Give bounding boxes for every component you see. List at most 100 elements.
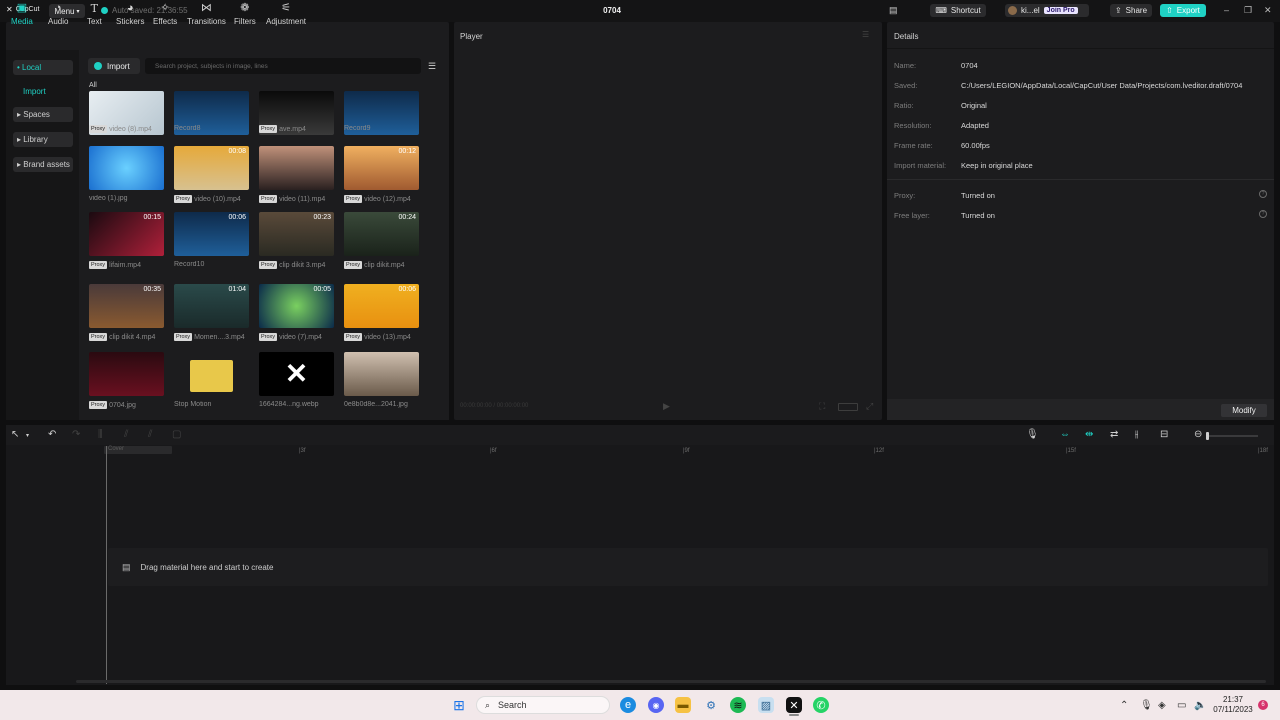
timeline-cover-label: Cover [104,446,172,454]
detail-value: 60.00fps [961,141,990,150]
media-thumbnail[interactable]: 00:12 [344,146,419,190]
playhead[interactable] [106,446,107,684]
user-account[interactable]: ki...el Join Pro [1005,4,1089,17]
close-icon[interactable]: ✕ [1264,5,1272,16]
media-thumbnail[interactable]: 00:15 [89,212,164,256]
media-thumbnail[interactable]: 00:35 [89,284,164,328]
split-right-icon[interactable]: ⫽ [148,429,152,440]
windows-start-icon[interactable]: ⊞ [451,697,467,713]
media-icon: ▣ [16,2,28,14]
tab-filters[interactable]: ❁ Filters [234,2,256,26]
select-cursor-icon[interactable]: ↖ [11,429,19,440]
modify-button[interactable]: Modify [1221,404,1267,417]
edge-icon[interactable]: e [620,697,636,713]
tab-transitions[interactable]: ⋈ Transitions [187,2,226,26]
settings-icon[interactable]: ⚙ [703,697,719,713]
media-thumbnail[interactable] [344,352,419,396]
media-thumbnail[interactable]: 00:05 [259,284,334,328]
preview-axis-icon[interactable]: ⫲ [1135,429,1138,440]
media-name: Stop Motion [174,401,212,408]
timeline-drop-zone[interactable]: ▤ Drag material here and start to create [108,548,1268,586]
zoom-out-icon[interactable]: ⊖ [1194,429,1202,440]
media-thumbnail[interactable]: 00:06 [344,284,419,328]
zoom-slider[interactable] [1208,435,1258,437]
proxy-badge: Proxy [89,125,108,133]
detail-label: Name: [894,61,917,70]
sidebar-item-spaces[interactable]: ▸ Spaces [13,107,73,122]
delete-icon[interactable]: ▢ [172,429,181,440]
split-icon[interactable]: ⫼ [98,429,103,440]
undo-icon[interactable]: ↶ [48,429,56,440]
share-label: Share [1125,6,1148,15]
maximize-icon[interactable]: ❐ [1244,5,1252,16]
active-app-indicator [789,714,799,716]
media-thumbnail[interactable]: 01:04 [174,284,249,328]
media-thumbnail[interactable] [89,146,164,190]
project-title: 0704 [603,6,621,15]
sidebar-item-brand-assets[interactable]: ▸ Brand assets [13,157,73,172]
volume-icon[interactable]: 🔈 [1194,700,1206,711]
discord-icon[interactable]: ◉ [648,697,664,713]
player-menu-icon[interactable]: ☰ [862,30,869,39]
spotify-icon[interactable]: ≋ [730,697,746,713]
tray-app-icon[interactable]: ◈ [1158,700,1166,711]
player-timecode: 00:00:00:00 / 00:00:00:00 [460,403,529,409]
sidebar-item-library[interactable]: ▸ Library [13,132,73,147]
zoom-slider-handle[interactable] [1206,432,1209,440]
media-thumbnail[interactable]: 00:08 [174,146,249,190]
notification-badge[interactable]: 6 [1258,700,1268,710]
file-explorer-icon[interactable]: ▬ [675,697,691,713]
media-thumbnail[interactable]: 00:06 [174,212,249,256]
timeline-scrollbar[interactable] [76,680,1266,683]
taskbar-clock[interactable]: 21:37 07/11/2023 [1208,695,1258,715]
tab-text[interactable]: T Text [87,2,102,26]
fit-icon[interactable]: ⛶ [819,401,825,412]
join-pro-button[interactable]: Join Pro [1043,7,1078,14]
export-button[interactable]: ⇧ Export [1160,4,1206,17]
media-duration: 00:06 [398,286,416,293]
media-thumbnail[interactable] [89,352,164,396]
tab-adjustment[interactable]: ⚟ Adjustment [266,2,306,26]
redo-icon[interactable]: ↷ [72,429,80,440]
microphone-icon[interactable]: 🎙 [1026,429,1039,440]
media-thumbnail[interactable]: ✕ [259,352,334,396]
media-thumbnail[interactable]: 00:23 [259,212,334,256]
chevron-up-icon[interactable]: ⌃ [1120,700,1128,711]
tab-audio[interactable]: ◔ Audio [48,2,68,26]
network-icon[interactable]: ▭ [1177,700,1186,711]
sidebar-item-local[interactable]: • Local [13,60,73,75]
split-left-icon[interactable]: ⫽ [124,429,128,440]
free-layer-help-icon[interactable]: ? [1259,210,1267,218]
photos-icon[interactable]: ▨ [758,697,774,713]
effects-icon: ✧ [160,2,170,14]
media-search-input[interactable]: Search project, subjects in image, lines [145,58,421,74]
auto-snap-icon[interactable]: ⇹ [1085,429,1093,440]
main-track-magnet-icon[interactable]: ⇔ [1060,429,1070,440]
whatsapp-icon[interactable]: ✆ [813,697,829,713]
share-button[interactable]: ⇪ Share [1110,4,1152,17]
media-thumbnail[interactable]: 00:24 [344,212,419,256]
chevron-down-icon[interactable]: ▾ [26,432,29,439]
play-icon[interactable]: ▶ [663,401,670,412]
tab-media[interactable]: ▣ Media [11,2,33,26]
list-view-icon[interactable]: ☰ [426,60,438,72]
media-thumbnail[interactable] [259,146,334,190]
shortcut-button[interactable]: ⌨ Shortcut [930,4,986,17]
caption-icon[interactable]: ⊟ [1160,429,1168,440]
linkage-icon[interactable]: ⇄ [1110,429,1118,440]
capcut-taskbar-icon[interactable]: ✕ [786,697,802,713]
sidebar-item-import[interactable]: Import [13,84,73,99]
detail-value: 0704 [961,61,978,70]
proxy-badge: Proxy [259,333,278,341]
media-thumbnail[interactable] [174,352,249,396]
mic-tray-icon[interactable]: 🎙 [1140,700,1153,711]
proxy-help-icon[interactable]: ? [1259,190,1267,198]
ratio-icon[interactable] [838,403,858,411]
fullscreen-icon[interactable]: ⤢ [866,401,873,412]
import-button[interactable]: Import [88,58,140,74]
tab-stickers[interactable]: ◕ Stickers [116,2,144,26]
layout-icon[interactable]: ▤ [889,5,898,16]
taskbar-search[interactable]: ⌕ Search [476,696,610,714]
minimize-icon[interactable]: – [1224,5,1229,15]
tab-effects[interactable]: ✧ Effects [153,2,177,26]
